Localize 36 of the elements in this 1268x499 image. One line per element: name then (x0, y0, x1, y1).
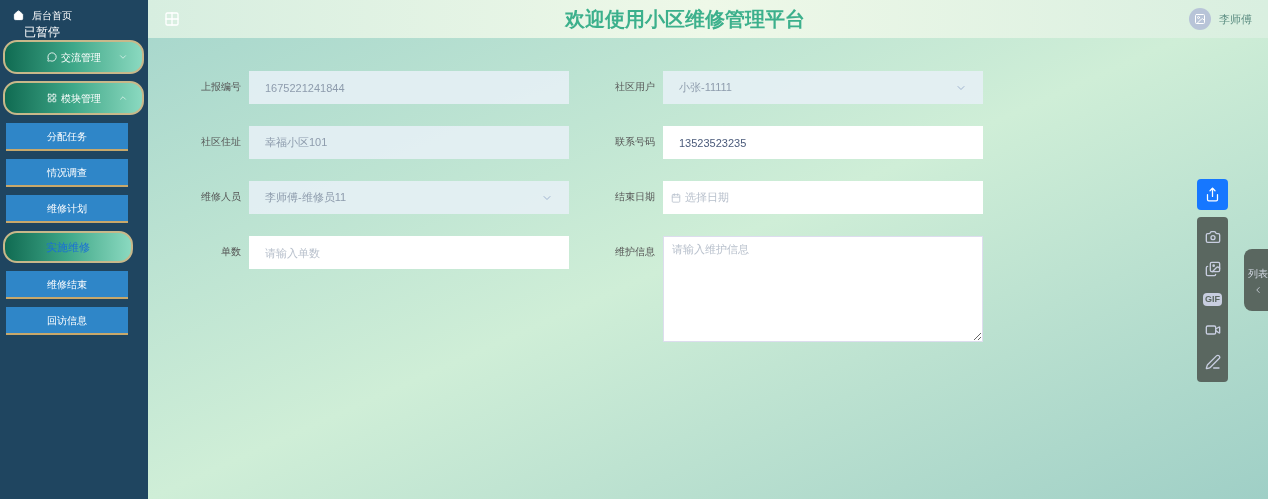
images-icon[interactable] (1204, 260, 1221, 277)
field-label: 维修人员 (200, 190, 241, 204)
caret-icon (118, 93, 128, 103)
share-icon (1205, 187, 1220, 202)
chevron-left-icon (1253, 284, 1263, 295)
field-label: 结束日期 (614, 190, 655, 204)
menu-item[interactable]: 维修计划 (6, 195, 128, 223)
menu-group[interactable]: 交流管理 (3, 40, 144, 74)
field-label: 上报编号 (200, 80, 241, 94)
grid-icon (46, 93, 57, 103)
input-field[interactable]: 请输入单数 (249, 236, 569, 269)
menu-item[interactable]: 分配任务 (6, 123, 128, 151)
field-label: 联系号码 (614, 135, 655, 149)
chat-icon (46, 52, 57, 62)
paused-label: 已暂停 (23, 26, 61, 39)
textarea-field[interactable]: 请输入维护信息 (663, 236, 983, 342)
camera-icon[interactable] (1204, 228, 1221, 245)
share-button[interactable] (1197, 179, 1228, 210)
menu-group[interactable]: 模块管理 (3, 81, 144, 115)
caret-icon (118, 52, 128, 62)
menu-item[interactable]: 回访信息 (6, 307, 128, 335)
page-title: 欢迎使用小区维修管理平台 (564, 7, 805, 32)
home-link[interactable]: 后台首页 (0, 8, 148, 23)
calendar-icon (671, 192, 681, 203)
gif-icon[interactable]: GIF (1203, 292, 1222, 307)
field-label: 维护信息 (614, 245, 655, 259)
user-name[interactable]: 李师傅 (1219, 10, 1252, 28)
field-label: 社区住址 (200, 135, 241, 149)
menu-item[interactable]: 维修结束 (6, 271, 128, 299)
field-label: 社区用户 (614, 80, 655, 94)
pen-icon[interactable] (1204, 354, 1221, 370)
menu-item[interactable]: 情况调查 (6, 159, 128, 187)
home-icon (13, 10, 24, 21)
field-label: 单数 (220, 245, 241, 259)
list-side-tab[interactable]: 列表 (1244, 249, 1268, 311)
input-field[interactable]: 13523523235 (663, 126, 983, 159)
